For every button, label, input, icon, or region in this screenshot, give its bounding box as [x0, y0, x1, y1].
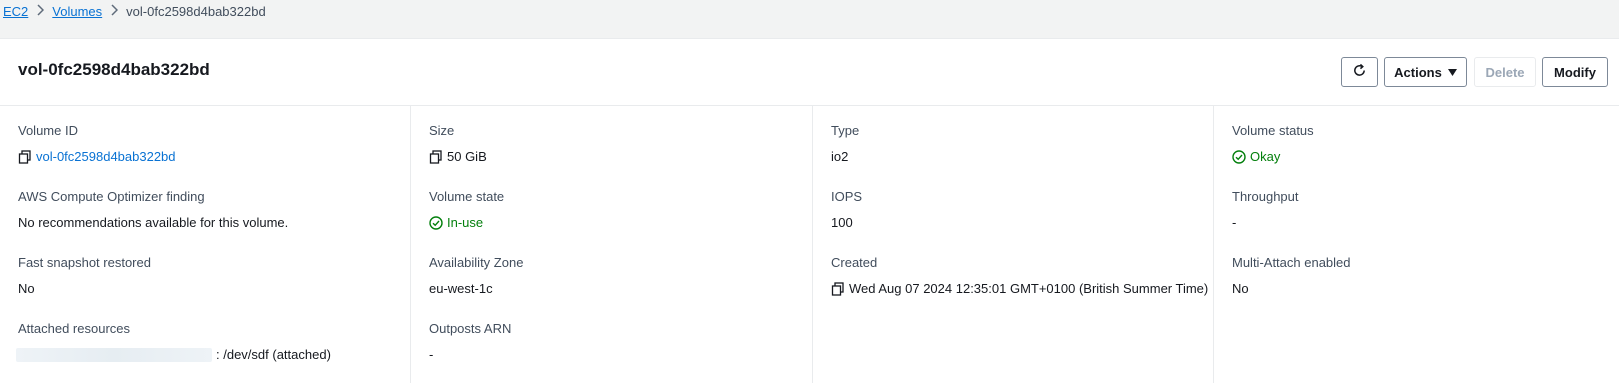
created-value-row: Wed Aug 07 2024 12:35:01 GMT+0100 (Briti… [831, 281, 1208, 296]
iops-value: 100 [831, 215, 853, 230]
outposts-arn-value: - [429, 347, 434, 362]
multi-attach-label: Multi-Attach enabled [1232, 255, 1351, 270]
availability-zone-field: Availability Zone eu-west-1c [429, 255, 523, 296]
page-title: vol-0fc2598d4bab322bd [18, 60, 210, 79]
volume-status-value: Okay [1250, 149, 1281, 164]
redacted-instance-link[interactable] [16, 347, 212, 362]
copy-icon[interactable] [429, 149, 443, 164]
attached-resources-label: Attached resources [18, 321, 131, 336]
iops-field: IOPS 100 [831, 189, 862, 230]
caret-down-icon [1447, 65, 1457, 80]
fast-snapshot-field: Fast snapshot restored No [18, 255, 151, 296]
fast-snapshot-value: No [18, 281, 35, 296]
attached-resources-row: : /dev/sdf (attached) [16, 347, 331, 362]
size-value: 50 GiB [447, 149, 487, 164]
refresh-button[interactable] [1341, 57, 1378, 87]
size-value-row: 50 GiB [429, 149, 487, 164]
refresh-icon [1352, 63, 1367, 81]
created-value: Wed Aug 07 2024 12:35:01 GMT+0100 (Briti… [849, 281, 1209, 296]
size-label: Size [429, 123, 455, 138]
optimizer-field: AWS Compute Optimizer finding No recomme… [18, 189, 288, 230]
details-column-2: Size 50 GiB Volume state In-use Availabi… [410, 106, 811, 383]
size-field: Size 50 GiB [429, 123, 487, 164]
outposts-arn-label: Outposts ARN [429, 321, 512, 336]
attached-resources-field: Attached resources : /dev/sdf (attached) [16, 321, 331, 362]
status-success-icon [1232, 149, 1246, 164]
details-column-4: Volume status Okay Throughput - Multi-At… [1213, 106, 1619, 383]
fast-snapshot-label: Fast snapshot restored [18, 255, 151, 270]
throughput-field: Throughput - [1232, 189, 1299, 230]
volume-status-label: Volume status [1232, 123, 1314, 138]
modify-button[interactable]: Modify [1542, 57, 1608, 87]
volume-state-label: Volume state [429, 189, 505, 204]
multi-attach-field: Multi-Attach enabled No [1232, 255, 1351, 296]
availability-zone-value: eu-west-1c [429, 281, 493, 296]
top-bar: EC2 Volumes vol-0fc2598d4bab322bd [0, 0, 1619, 38]
volume-state-value: In-use [447, 215, 484, 230]
volume-details-panel: vol-0fc2598d4bab322bd Actions Delete Mod… [0, 38, 1619, 383]
multi-attach-value: No [1232, 281, 1249, 296]
type-value: io2 [831, 149, 849, 164]
volume-id-label: Volume ID [18, 123, 78, 138]
attached-resources-value: : /dev/sdf (attached) [216, 347, 331, 362]
volume-state-value-row: In-use [429, 215, 504, 230]
type-field: Type io2 [831, 123, 859, 164]
type-label: Type [831, 123, 860, 138]
volume-state-field: Volume state In-use [429, 189, 504, 230]
optimizer-value: No recommendations available for this vo… [18, 215, 289, 230]
outposts-arn-field: Outposts ARN - [429, 321, 511, 362]
iops-label: IOPS [831, 189, 863, 204]
volume-id-link[interactable]: vol-0fc2598d4bab322bd [36, 149, 176, 164]
volume-status-field: Volume status Okay [1232, 123, 1314, 164]
delete-button[interactable]: Delete [1474, 57, 1536, 87]
actions-button[interactable]: Actions [1384, 57, 1467, 87]
breadcrumb-ec2[interactable]: EC2 [3, 4, 28, 19]
created-field: Created Wed Aug 07 2024 12:35:01 GMT+010… [831, 255, 1208, 296]
chevron-right-icon [110, 4, 119, 19]
panel-header: vol-0fc2598d4bab322bd Actions Delete Mod… [0, 39, 1619, 106]
throughput-label: Throughput [1232, 189, 1299, 204]
breadcrumb-volumes[interactable]: Volumes [52, 4, 102, 19]
details-grid: Volume ID vol-0fc2598d4bab322bd AWS Comp… [0, 106, 1619, 383]
details-column-3: Type io2 IOPS 100 Created Wed Aug 07 202… [812, 106, 1213, 383]
copy-icon[interactable] [831, 281, 845, 296]
volume-id-value-row: vol-0fc2598d4bab322bd [18, 149, 176, 164]
optimizer-label: AWS Compute Optimizer finding [18, 189, 205, 204]
breadcrumb: EC2 Volumes vol-0fc2598d4bab322bd [3, 4, 266, 19]
actions-label: Actions [1394, 64, 1442, 80]
copy-icon[interactable] [18, 149, 32, 164]
volume-status-value-row: Okay [1232, 149, 1314, 164]
chevron-right-icon [36, 4, 45, 19]
status-success-icon [429, 215, 443, 230]
throughput-value: - [1232, 215, 1237, 230]
availability-zone-label: Availability Zone [429, 255, 524, 270]
details-column-1: Volume ID vol-0fc2598d4bab322bd AWS Comp… [0, 106, 399, 383]
created-label: Created [831, 255, 878, 270]
breadcrumb-current: vol-0fc2598d4bab322bd [126, 4, 266, 19]
volume-id-field: Volume ID vol-0fc2598d4bab322bd [18, 123, 176, 164]
